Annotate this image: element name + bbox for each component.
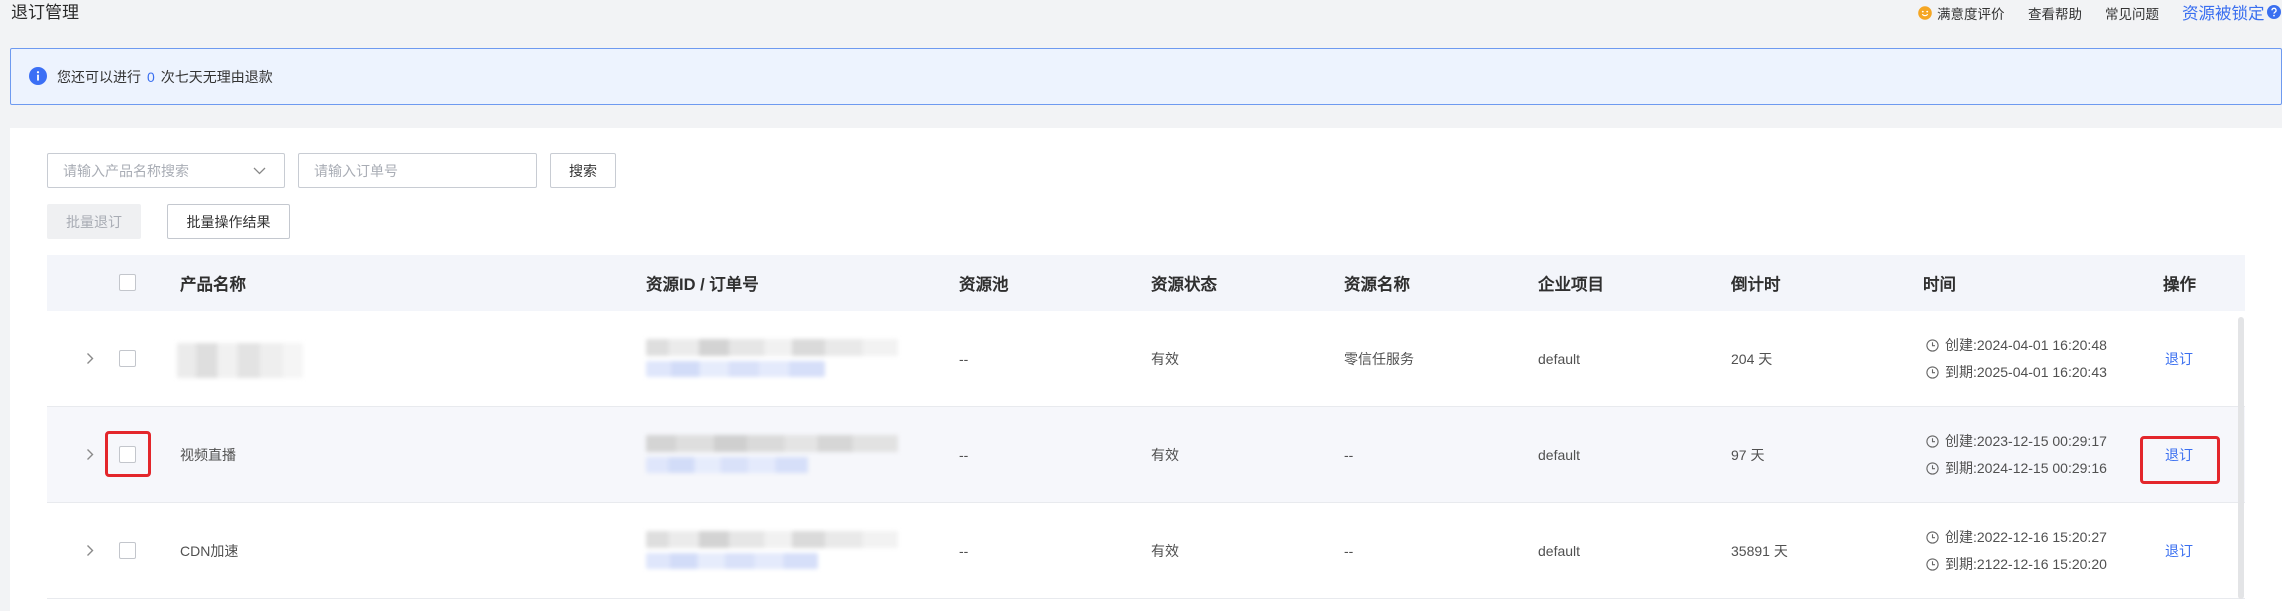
resource-status-cell: 有效 [1151,542,1179,559]
product-name-cell: 视频直播 [180,446,236,463]
column-status: 资源状态 [1151,276,1217,294]
resource-name-cell: -- [1344,542,1354,559]
question-circle-icon[interactable] [2267,5,2281,19]
clock-icon [1926,530,1939,544]
vertical-scrollbar[interactable] [2238,317,2244,599]
refund-notice-banner: 您还可以进行 0 次七天无理由退款 [10,48,2282,105]
clock-icon [1926,365,1939,379]
info-icon [29,67,47,85]
created-time-text: 创建:2022-12-16 15:20:27 [1945,529,2107,545]
redacted-order-id [646,553,818,569]
clock-icon [1926,338,1939,352]
redacted-product-name [177,343,303,378]
resource-name-cell: -- [1344,446,1354,463]
column-resource-name: 资源名称 [1344,276,1410,294]
resource-status-cell: 有效 [1151,350,1179,367]
resource-pool-cell: -- [959,350,969,367]
notice-count: 0 [147,68,155,85]
table-row: 视频直播 -- 有效 -- default 97 天 创建:2023-12-15… [47,407,2245,503]
expire-time: 到期:2024-12-15 00:29:16 [1926,459,2107,477]
column-action: 操作 [2163,276,2196,294]
notice-text: 您还可以进行 0 次七天无理由退款 [57,49,273,104]
created-time: 创建:2024-04-01 16:20:48 [1926,336,2107,354]
faq-link[interactable]: 常见问题 [2105,2,2159,24]
chevron-down-icon[interactable] [253,167,266,175]
redacted-order-id [646,361,825,377]
row-checkbox[interactable] [119,350,136,367]
product-name-cell: CDN加速 [180,542,239,559]
column-project: 企业项目 [1538,276,1604,294]
expire-time-text: 到期:2122-12-16 15:20:20 [1945,556,2107,572]
help-link[interactable]: 查看帮助 [2028,2,2082,24]
table-row: CDN加速 -- 有效 -- default 35891 天 创建:2022-1… [47,503,2245,599]
search-button[interactable]: 搜索 [550,153,616,188]
table-row: -- 有效 零信任服务 default 204 天 创建:2024-04-01 … [47,311,2245,407]
countdown-cell: 97 天 [1731,446,1765,463]
column-product-name: 产品名称 [180,276,246,294]
expire-time: 到期:2025-04-01 16:20:43 [1926,363,2107,381]
resource-pool-cell: -- [959,542,969,559]
redacted-order-id [646,457,808,473]
product-name-select[interactable] [47,153,285,188]
bulk-results-button[interactable]: 批量操作结果 [167,204,290,239]
unsubscribe-link[interactable]: 退订 [2165,503,2193,598]
project-cell: default [1538,542,1581,559]
page-title: 退订管理 [11,3,79,22]
project-cell: default [1538,350,1581,367]
product-name-search-input[interactable] [48,154,284,187]
countdown-cell: 204 天 [1731,350,1773,367]
chevron-right-icon[interactable] [86,448,94,461]
column-countdown: 倒计时 [1731,276,1781,294]
time-cell: 创建:2024-04-01 16:20:48 到期:2025-04-01 16:… [1926,311,2107,406]
unsubscribe-link[interactable]: 退订 [2165,407,2193,502]
chevron-right-icon[interactable] [86,352,94,365]
redacted-resource-id [646,531,898,548]
notice-suffix: 次七天无理由退款 [160,68,273,85]
chevron-right-icon[interactable] [86,544,94,557]
notice-prefix: 您还可以进行 [57,68,141,85]
created-time: 创建:2022-12-16 15:20:27 [1926,528,2107,546]
resource-table: 产品名称 资源ID / 订单号 资源池 资源状态 资源名称 企业项目 倒计时 时… [47,255,2245,599]
row-checkbox[interactable] [119,446,136,463]
resource-name-cell: 零信任服务 [1344,350,1414,367]
resource-pool-cell: -- [959,446,969,463]
created-time-text: 创建:2024-04-01 16:20:48 [1945,337,2107,353]
order-number-input[interactable] [299,154,536,187]
unsubscribe-card: 搜索 批量退订 批量操作结果 产品名称 资源ID / 订单号 资源池 资源状态 … [10,128,2282,611]
column-pool: 资源池 [959,276,1009,294]
satisfaction-link[interactable]: 满意度评价 [1918,2,2005,24]
clock-icon [1926,461,1939,475]
table-header: 产品名称 资源ID / 订单号 资源池 资源状态 资源名称 企业项目 倒计时 时… [47,255,2245,311]
countdown-cell: 35891 天 [1731,542,1788,559]
expire-time: 到期:2122-12-16 15:20:20 [1926,555,2107,573]
smiley-icon [1918,6,1932,20]
resource-locked-link[interactable]: 资源被锁定 [2182,0,2265,24]
project-cell: default [1538,446,1581,463]
unsubscribe-link[interactable]: 退订 [2165,311,2193,406]
satisfaction-label: 满意度评价 [1937,7,2005,22]
clock-icon [1926,557,1939,571]
created-time: 创建:2023-12-15 00:29:17 [1926,432,2107,450]
resource-status-cell: 有效 [1151,446,1179,463]
time-cell: 创建:2023-12-15 00:29:17 到期:2024-12-15 00:… [1926,407,2107,502]
order-number-field[interactable] [298,153,537,188]
redacted-resource-id [646,435,898,452]
time-cell: 创建:2022-12-16 15:20:27 到期:2122-12-16 15:… [1926,503,2107,598]
column-resource-id: 资源ID / 订单号 [646,276,759,294]
expire-time-text: 到期:2024-12-15 00:29:16 [1945,460,2107,476]
clock-icon [1926,434,1939,448]
row-checkbox[interactable] [119,542,136,559]
expire-time-text: 到期:2025-04-01 16:20:43 [1945,364,2107,380]
redacted-resource-id [646,339,898,356]
select-all-checkbox[interactable] [119,274,136,291]
bulk-unsubscribe-button[interactable]: 批量退订 [47,204,141,239]
created-time-text: 创建:2023-12-15 00:29:17 [1945,433,2107,449]
column-time: 时间 [1923,276,1956,294]
